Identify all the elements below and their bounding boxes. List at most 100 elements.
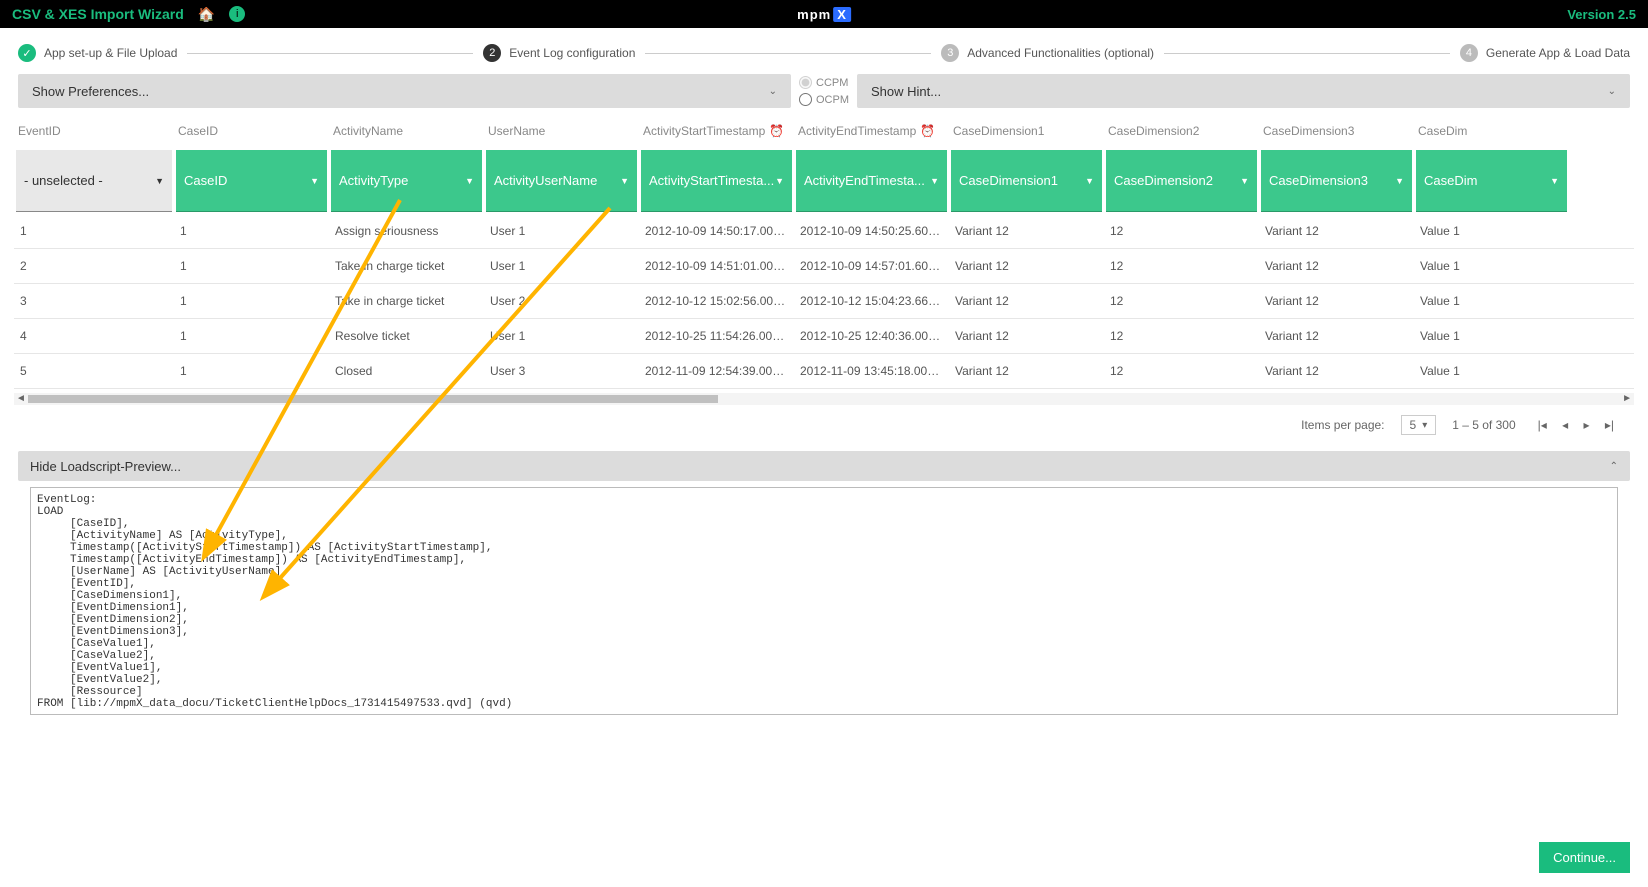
prev-page-icon[interactable]: ◂	[1562, 418, 1568, 432]
map-select-cd4[interactable]: CaseDim▼	[1416, 150, 1567, 212]
continue-button[interactable]: Continue...	[1539, 842, 1630, 873]
cell: Take in charge ticket	[329, 284, 484, 318]
col-cd1: CaseDimension1	[949, 118, 1104, 144]
chevron-down-icon: ▼	[1240, 176, 1249, 186]
chevron-down-icon: ▼	[1550, 176, 1559, 186]
loadscript-toggle[interactable]: Hide Loadscript-Preview... ⌃	[18, 451, 1630, 481]
map-select-activitytype[interactable]: ActivityType▼	[331, 150, 482, 212]
map-select-end[interactable]: ActivityEndTimesta...▼	[796, 150, 947, 212]
scrollbar-thumb[interactable]	[28, 395, 718, 403]
cell: User 3	[484, 354, 639, 388]
info-icon[interactable]: i	[229, 6, 245, 22]
show-pref-label: Show Preferences...	[32, 84, 149, 99]
map-select-caseid[interactable]: CaseID▼	[176, 150, 327, 212]
cell: Variant 12	[1259, 249, 1414, 283]
table-row: 31Take in charge ticketUser 22012-10-12 …	[14, 284, 1634, 319]
step-3[interactable]: 3 Advanced Functionalities (optional)	[941, 44, 1154, 62]
next-page-icon[interactable]: ▸	[1583, 418, 1589, 432]
cell: Variant 12	[1259, 354, 1414, 388]
step-3-num: 3	[941, 44, 959, 62]
logo-x: X	[833, 7, 851, 22]
check-icon: ✓	[18, 44, 36, 62]
map-select-start[interactable]: ActivityStartTimesta...▼	[641, 150, 792, 212]
first-page-icon[interactable]: |◂	[1538, 418, 1547, 432]
last-page-icon[interactable]: ▸|	[1605, 418, 1614, 432]
stepper-line	[645, 53, 931, 54]
table-row: 21Take in charge ticketUser 12012-10-09 …	[14, 249, 1634, 284]
table-row: 41Resolve ticketUser 12012-10-25 11:54:2…	[14, 319, 1634, 354]
ocpm-radio[interactable]: OCPM	[799, 93, 849, 106]
cell: Take in charge ticket	[329, 249, 484, 283]
cell: 1	[174, 214, 329, 248]
cell: User 1	[484, 319, 639, 353]
show-hint-select[interactable]: Show Hint... ⌄	[857, 74, 1630, 108]
col-username: UserName	[484, 118, 639, 144]
cell: Variant 12	[949, 319, 1104, 353]
ccpm-radio[interactable]: CCPM	[799, 76, 849, 89]
items-per-page-label: Items per page:	[1301, 418, 1384, 432]
col-start: ActivityStartTimestamp⏰	[639, 118, 794, 144]
logo: mpmX	[797, 7, 851, 22]
horizontal-scrollbar[interactable]: ◄ ►	[14, 393, 1634, 405]
chevron-down-icon: ⌄	[769, 86, 777, 97]
pager-nav: |◂ ◂ ▸ ▸|	[1532, 418, 1620, 432]
scroll-right-icon[interactable]: ►	[1622, 393, 1632, 404]
cell: Value 1	[1414, 249, 1569, 283]
cell: Variant 12	[1259, 284, 1414, 318]
home-icon[interactable]: 🏠	[198, 6, 215, 23]
scroll-left-icon[interactable]: ◄	[16, 393, 26, 404]
map-select-cd3[interactable]: CaseDimension3▼	[1261, 150, 1412, 212]
cell: 2012-10-09 14:57:01.600000000	[794, 249, 949, 283]
cell: Value 1	[1414, 354, 1569, 388]
pager: Items per page: 5▾ 1 – 5 of 300 |◂ ◂ ▸ ▸…	[0, 405, 1648, 445]
cell: 2012-11-09 13:45:18.000000000	[794, 354, 949, 388]
cell: 1	[174, 249, 329, 283]
cell: Assign seriousness	[329, 214, 484, 248]
step-3-label: Advanced Functionalities (optional)	[967, 46, 1154, 60]
cell: 2012-10-09 14:50:17.000000000	[639, 214, 794, 248]
cell: Value 1	[1414, 284, 1569, 318]
chevron-down-icon: ▼	[465, 176, 474, 186]
mapping-table: EventID CaseID ActivityName UserName Act…	[0, 118, 1648, 389]
items-per-page-select[interactable]: 5▾	[1401, 415, 1437, 435]
chevron-down-icon: ▼	[1085, 176, 1094, 186]
stepper: ✓ App set-up & File Upload 2Event Log con…	[0, 28, 1648, 74]
map-select-cd1[interactable]: CaseDimension1▼	[951, 150, 1102, 212]
step-1-label: App set-up & File Upload	[44, 46, 177, 60]
table-row: 51ClosedUser 32012-11-09 12:54:39.000000…	[14, 354, 1634, 389]
version-label: Version 2.5	[1567, 7, 1636, 22]
loadscript-preview[interactable]: EventLog: LOAD [CaseID], [ActivityName] …	[30, 487, 1618, 715]
column-headers: EventID CaseID ActivityName UserName Act…	[14, 118, 1634, 148]
show-preferences-select[interactable]: Show Preferences... ⌄	[18, 74, 791, 108]
chevron-down-icon: ▼	[310, 176, 319, 186]
cell: 2	[14, 249, 174, 283]
step-4-num: 4	[1460, 44, 1478, 62]
page-range: 1 – 5 of 300	[1452, 418, 1515, 432]
cell: 2012-10-12 15:04:23.666666666	[794, 284, 949, 318]
pm-mode-radios: CCPM OCPM	[799, 74, 849, 106]
loadscript-toggle-label: Hide Loadscript-Preview...	[30, 459, 181, 474]
col-caseid: CaseID	[174, 118, 329, 144]
step-2-label: Event Log configuration	[509, 46, 635, 60]
map-select-username[interactable]: ActivityUserName▼	[486, 150, 637, 212]
cell: Value 1	[1414, 214, 1569, 248]
cell: 2012-10-12 15:02:56.000000000	[639, 284, 794, 318]
cell: Variant 12	[949, 354, 1104, 388]
step-4[interactable]: 4Generate App & Load Data	[1460, 44, 1630, 62]
map-select-cd2[interactable]: CaseDimension2▼	[1106, 150, 1257, 212]
cell: 1	[174, 354, 329, 388]
cell: 12	[1104, 354, 1259, 388]
cell: Variant 12	[949, 214, 1104, 248]
cell: 2012-10-25 11:54:26.000000000	[639, 319, 794, 353]
cell: Variant 12	[949, 249, 1104, 283]
step-1[interactable]: ✓ App set-up & File Upload	[18, 44, 177, 62]
cell: 12	[1104, 249, 1259, 283]
cell: User 1	[484, 214, 639, 248]
chevron-down-icon: ▼	[930, 176, 939, 186]
chevron-down-icon: ⌄	[1608, 86, 1616, 97]
step-2[interactable]: 2Event Log configuration	[483, 44, 635, 62]
map-select-eventid[interactable]: - unselected -▼	[16, 150, 172, 212]
cell: Variant 12	[1259, 319, 1414, 353]
clock-icon: ⏰	[769, 124, 784, 138]
cell: Resolve ticket	[329, 319, 484, 353]
